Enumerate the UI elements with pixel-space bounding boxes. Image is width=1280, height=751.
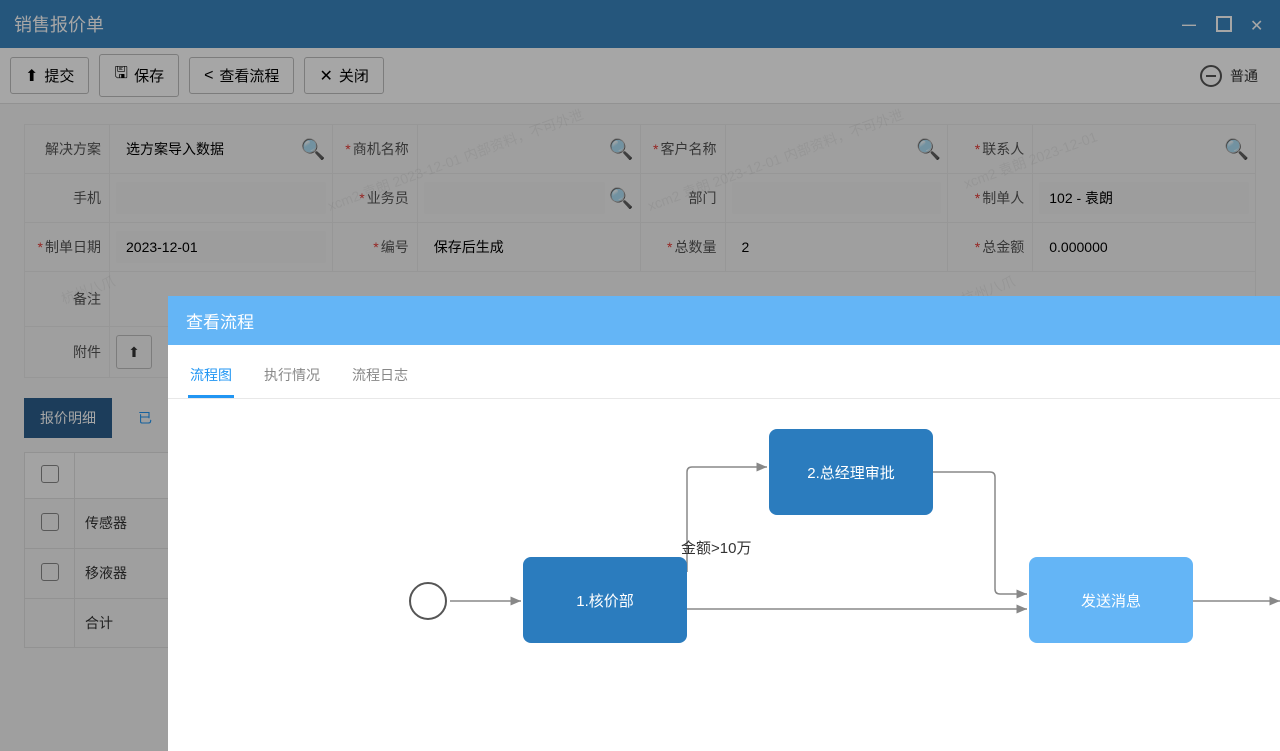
modal-title: 查看流程	[168, 296, 1280, 345]
tab-log[interactable]: 流程日志	[350, 359, 410, 398]
start-node[interactable]	[409, 582, 447, 620]
tab-exec[interactable]: 执行情况	[262, 359, 322, 398]
flow-node-gm-approval[interactable]: 2.总经理审批	[769, 429, 933, 515]
flow-node-send-msg[interactable]: 发送消息	[1029, 557, 1193, 643]
flow-diagram[interactable]: 1.核价部 2.总经理审批 发送消息 金额>10万	[168, 399, 1280, 751]
flow-modal: 查看流程 流程图 执行情况 流程日志 1.核价部 2.总经理审批 发送消息	[168, 296, 1280, 751]
edge-label-amount: 金额>10万	[681, 537, 751, 558]
modal-tabs: 流程图 执行情况 流程日志	[168, 345, 1280, 399]
flow-node-pricing[interactable]: 1.核价部	[523, 557, 687, 643]
tab-diagram[interactable]: 流程图	[188, 359, 234, 398]
